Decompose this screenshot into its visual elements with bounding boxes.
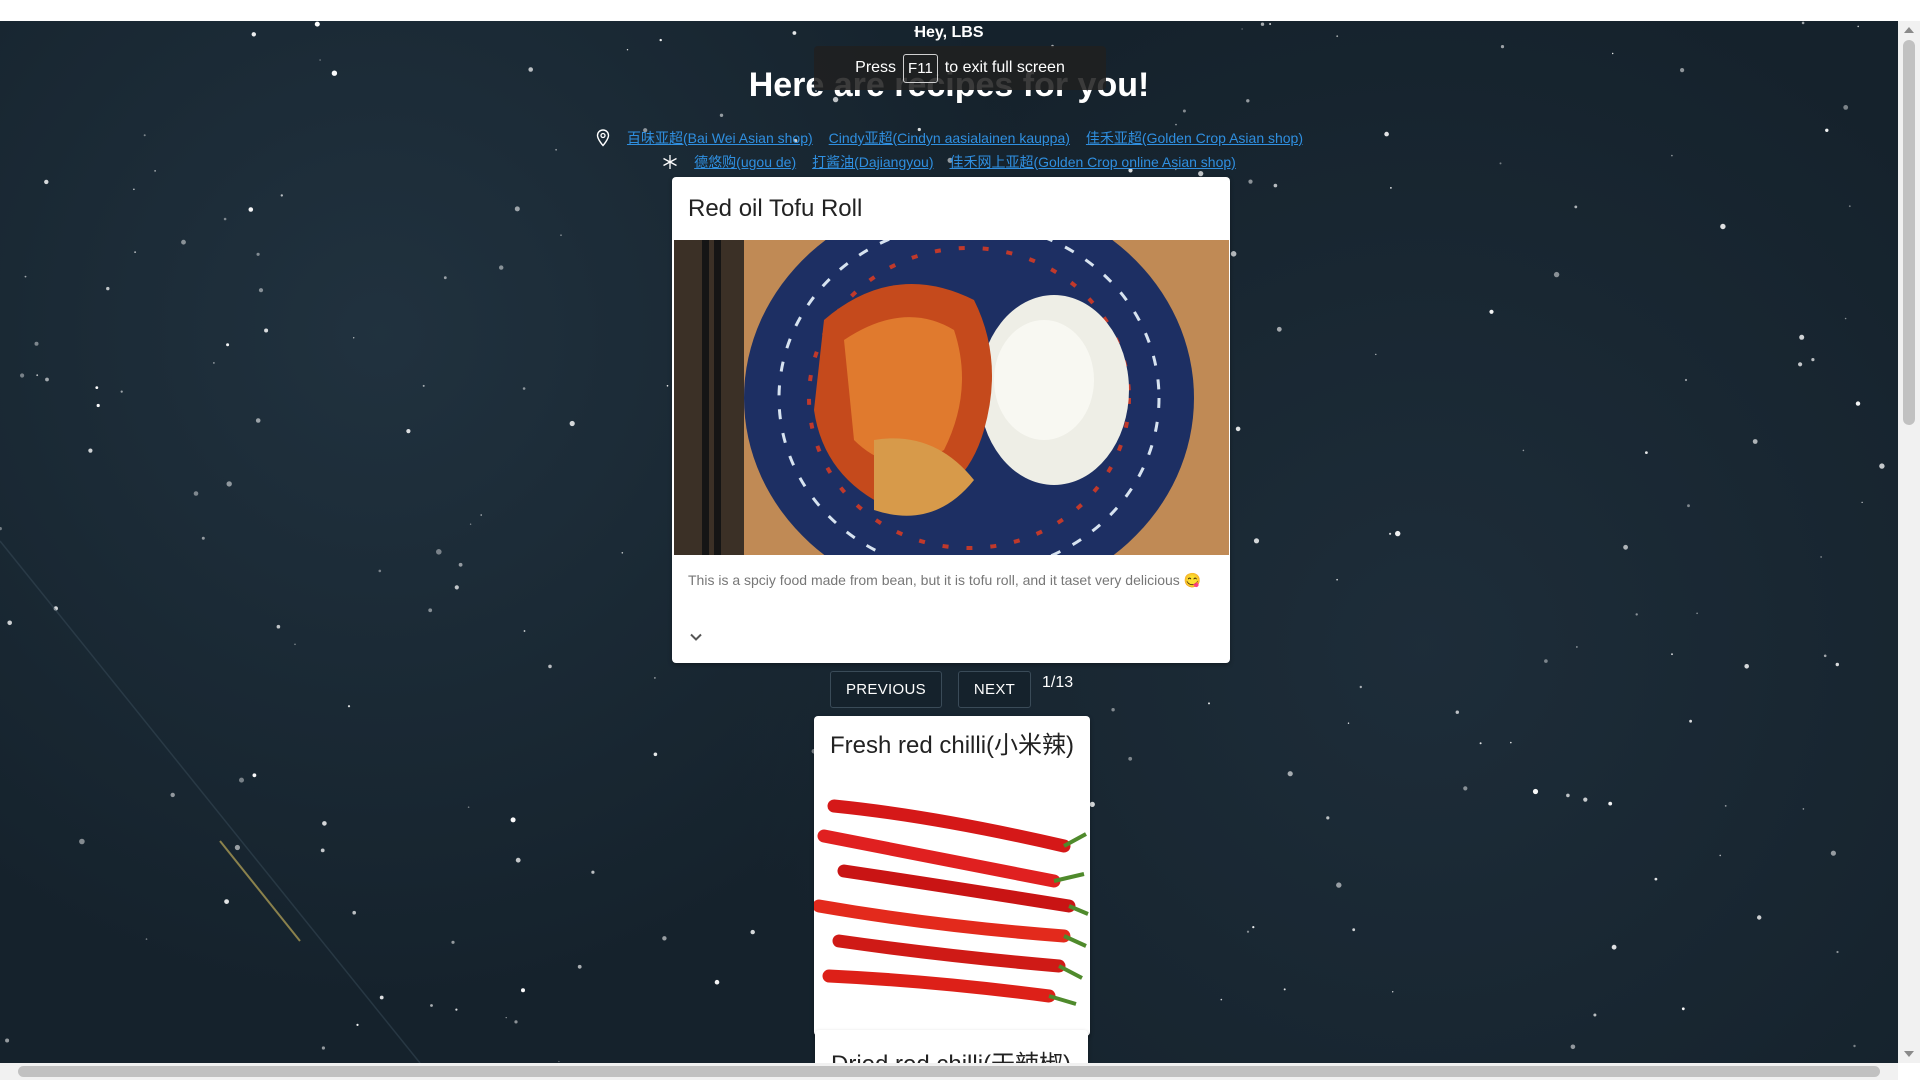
shop-links-online: 德悠购(ugou de) 打酱油(Dajiangyou) 佳禾网上亚超(Gold…: [0, 151, 1898, 173]
ingredient-title: Dried red chilli(干辣椒): [815, 1030, 1088, 1063]
previous-button[interactable]: PREVIOUS: [830, 671, 942, 708]
greeting-text: Hey, LBS: [914, 24, 984, 41]
shop-links-physical: 百味亚超(Bai Wei Asian shop) Cindy亚超(Cindyn …: [0, 127, 1898, 149]
ingredient-image: [814, 776, 1090, 1011]
shop-link-bai-wei[interactable]: 百味亚超(Bai Wei Asian shop): [627, 128, 813, 148]
fullscreen-toast: Press F11 to exit full screen: [814, 46, 1106, 90]
recipe-card: Red oil Tofu Roll This is a spciy food m…: [672, 177, 1230, 663]
horizontal-scrollbar[interactable]: [0, 1063, 1898, 1080]
recipe-description: This is a spciy food made from bean, but…: [688, 572, 1202, 588]
next-button[interactable]: NEXT: [957, 671, 1032, 708]
location-pin-icon: [595, 129, 611, 147]
online-shop-icon: [662, 153, 678, 171]
ingredient-card: Fresh red chilli(小米辣): [814, 716, 1090, 1036]
shop-link-cindy[interactable]: Cindy亚超(Cindyn aasialainen kauppa): [829, 128, 1070, 148]
scroll-up-arrow-icon[interactable]: [1904, 27, 1914, 33]
recipe-image: [674, 240, 1229, 555]
horizontal-scroll-thumb[interactable]: [18, 1066, 1880, 1077]
ingredient-card: Dried red chilli(干辣椒): [815, 1030, 1088, 1063]
vertical-scroll-thumb[interactable]: [1903, 40, 1915, 425]
toast-press-text: Press: [855, 59, 897, 76]
toast-key: F11: [903, 53, 938, 83]
toast-suffix-text: to exit full screen: [944, 59, 1065, 76]
ingredient-title: Fresh red chilli(小米辣): [830, 732, 1075, 759]
expand-chevron-icon[interactable]: [684, 625, 708, 649]
scroll-down-arrow-icon[interactable]: [1904, 1051, 1914, 1057]
recipe-title: Red oil Tofu Roll: [688, 195, 863, 222]
shop-link-ugou[interactable]: 德悠购(ugou de): [694, 152, 796, 172]
shop-link-golden-crop-online[interactable]: 佳禾网上亚超(Golden Crop online Asian shop): [949, 152, 1235, 172]
page-viewport: Hey, LBS Here are recipes for you! 百味亚超(…: [0, 21, 1898, 1063]
page-counter: 1/13: [1042, 674, 1074, 691]
shop-link-golden-crop[interactable]: 佳禾亚超(Golden Crop Asian shop): [1086, 128, 1303, 148]
pagination: PREVIOUS NEXT: [830, 671, 1032, 708]
vertical-scrollbar[interactable]: [1898, 21, 1920, 1063]
shop-link-dajiangyou[interactable]: 打酱油(Dajiangyou): [812, 152, 933, 172]
